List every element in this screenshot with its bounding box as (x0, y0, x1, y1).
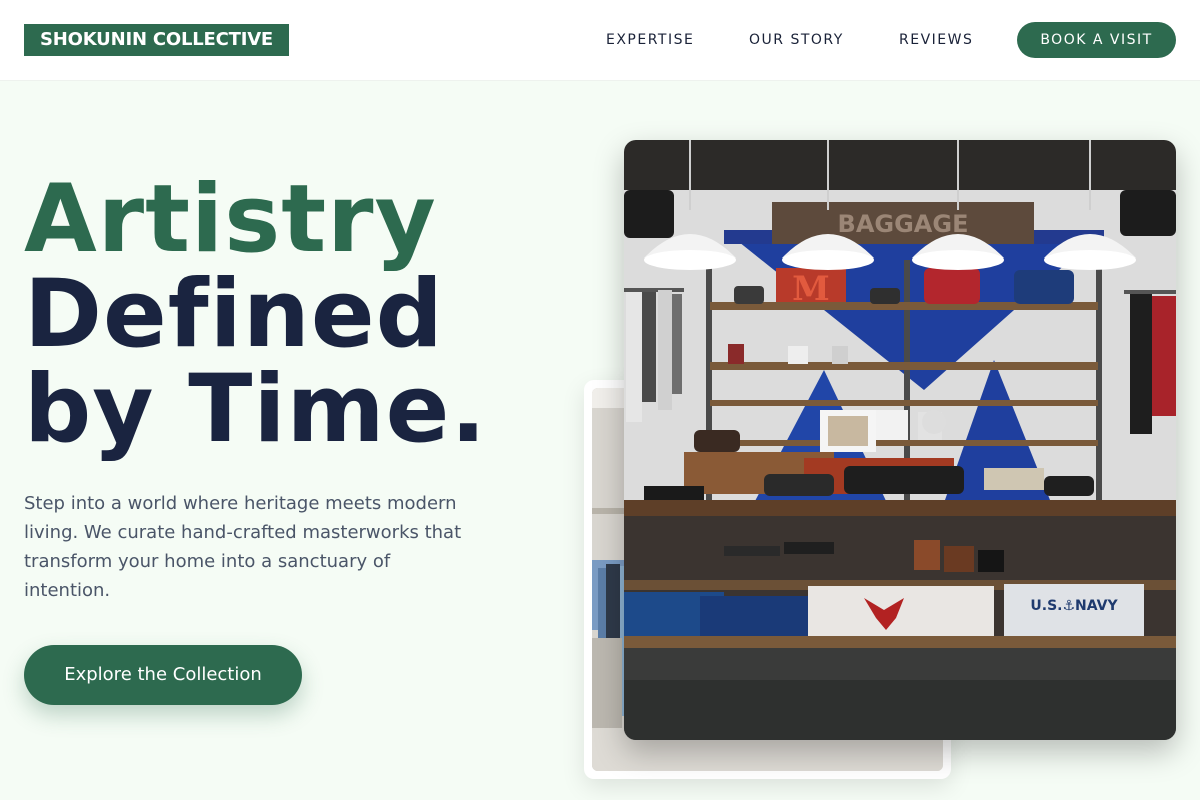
nav-link-reviews[interactable]: REVIEWS (899, 31, 973, 49)
nav-link-our-story[interactable]: OUR STORY (749, 31, 844, 49)
hero-title: Artistry Defined by Time. (24, 172, 487, 457)
hero-description: Step into a world where heritage meets m… (24, 493, 462, 601)
nav-link-expertise[interactable]: EXPERTISE (606, 31, 694, 49)
brand-logo[interactable]: SHOKUNIN COLLECTIVE (24, 24, 290, 56)
shop-sign-text: BAGGAGE (838, 210, 969, 238)
hero-title-line-3: by Time. (24, 355, 488, 464)
hero-title-line-1: Artistry (24, 165, 437, 274)
book-visit-button[interactable]: BOOK A VISIT (1017, 22, 1176, 58)
hero-shop-photo: BAGGAGE M U.S.⚓NAVY (624, 140, 1176, 740)
sweater-text: U.S.⚓NAVY (1030, 598, 1118, 614)
hero-title-line-2: Defined (24, 260, 444, 369)
site-header: SHOKUNIN COLLECTIVE EXPERTISE OUR STORY … (0, 0, 1200, 81)
explore-collection-button[interactable]: Explore the Collection (24, 645, 302, 705)
